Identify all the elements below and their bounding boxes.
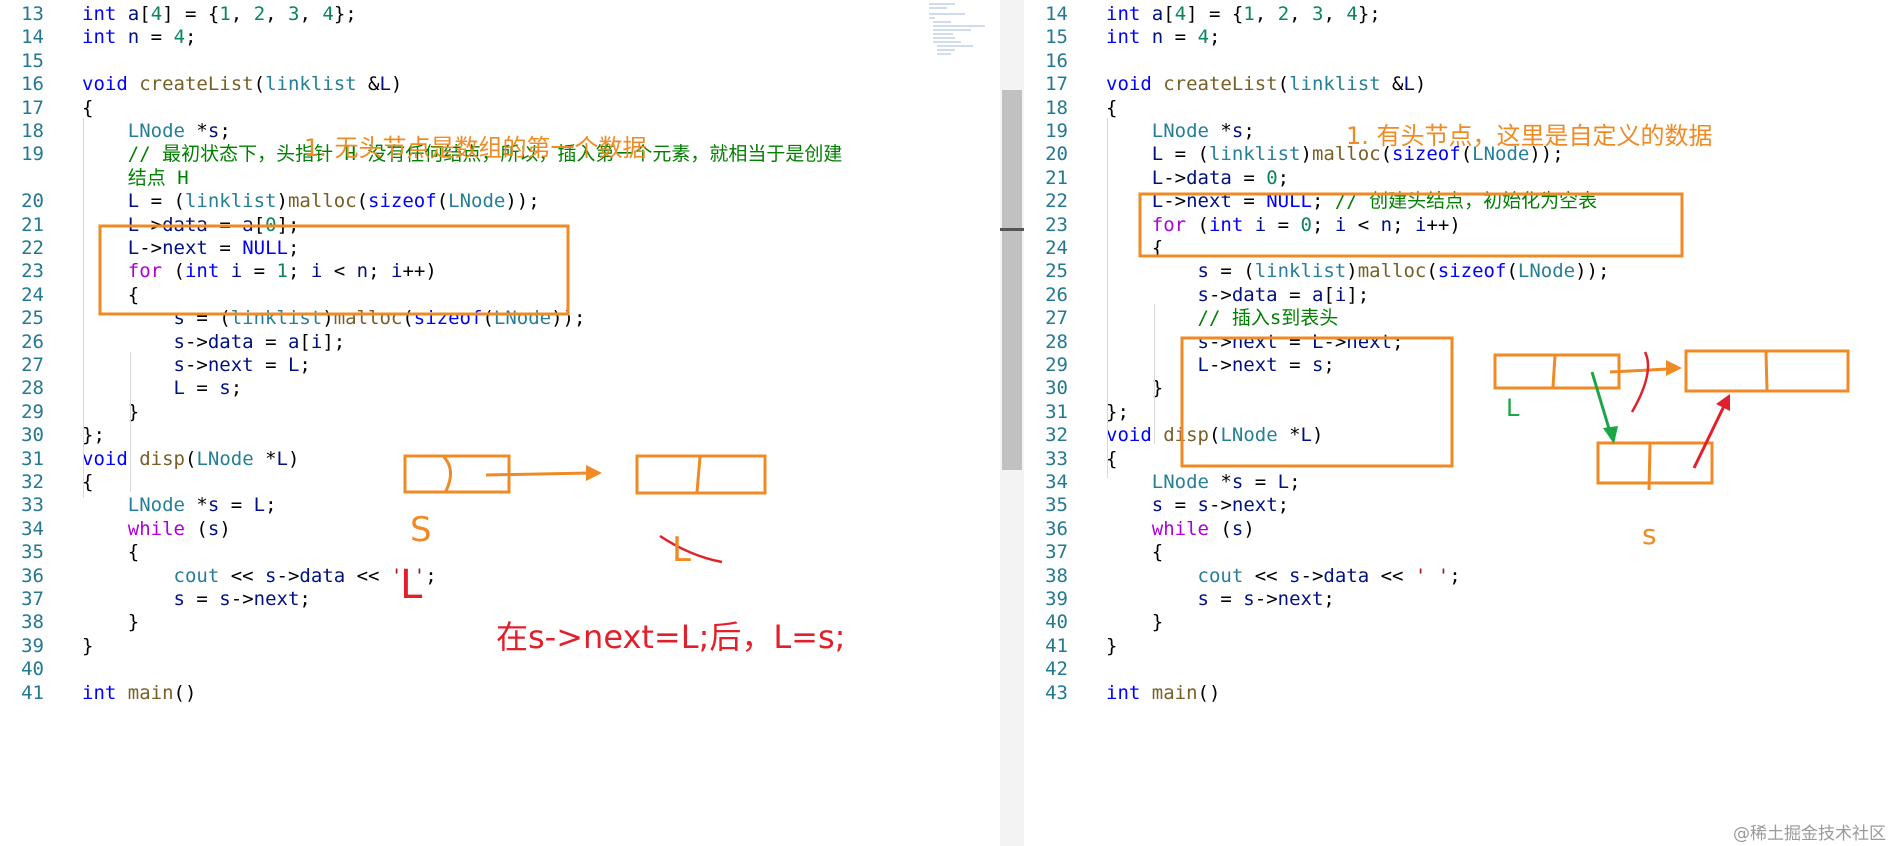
indent-guide (1107, 118, 1108, 478)
left-code-editor[interactable]: 13 int a[4] = {1, 2, 3, 4}; 14 int n = 4; 15… (0, 0, 1000, 846)
right-label-l: L (1506, 394, 1520, 422)
indent-guide (130, 352, 131, 492)
right-code-line[interactable]: 43 int main() (1024, 679, 1900, 707)
scrollbar-thumb[interactable] (1002, 90, 1022, 470)
left-label-l-red: L (400, 562, 423, 608)
left-label-s: S (410, 510, 432, 550)
left-label-l-struck: L (672, 530, 691, 570)
indent-guide (83, 118, 84, 498)
right-annotation-heading: 1. 有头节点，这里是自定义的数据 (1346, 122, 1713, 150)
line-number: 43 (1045, 681, 1068, 704)
left-annotation-heading: 1. 无头节点是数组的第一个数据 (304, 134, 647, 162)
right-label-s: s (1642, 518, 1657, 551)
code-text[interactable]: int main() (82, 679, 196, 707)
left-code-line[interactable]: 41 int main() (0, 679, 1000, 707)
scrollbar-position-marker (1000, 228, 1024, 231)
code-text[interactable]: int main() (1106, 679, 1220, 707)
indent-guide (1154, 304, 1155, 444)
minimap[interactable] (925, 0, 995, 60)
line-number: 41 (21, 681, 44, 704)
watermark: @稀土掘金技术社区 (1733, 824, 1886, 844)
left-note: 在s->next=L;后，L=s; (496, 618, 846, 656)
